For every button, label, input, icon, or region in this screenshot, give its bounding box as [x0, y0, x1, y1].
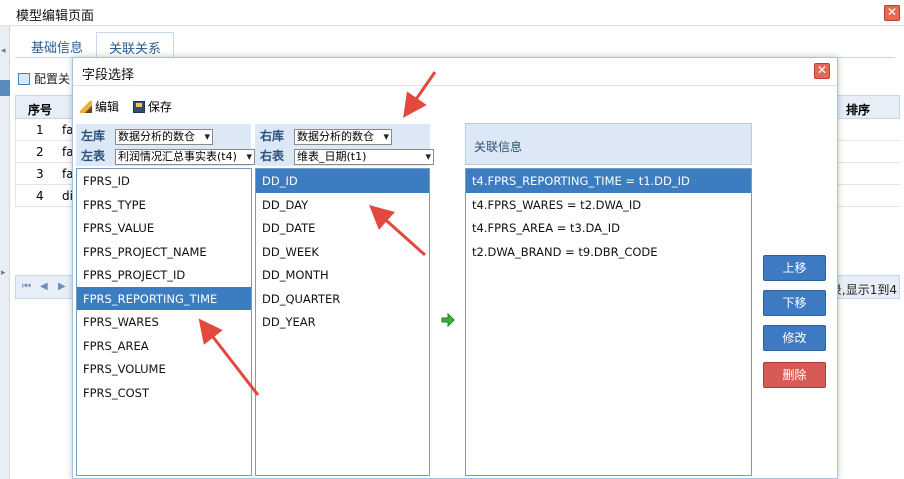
prev-page-icon[interactable]: ◀ [40, 281, 48, 292]
list-item[interactable]: FPRS_REPORTING_TIME [77, 286, 251, 310]
dialog-titlebar: 字段选择 ✕ [73, 58, 837, 86]
edit-button[interactable]: 编辑 [80, 98, 119, 115]
window-title: 模型编辑页面 [16, 9, 95, 24]
right-table-select[interactable]: 维表_日期(t1) [294, 148, 434, 165]
collapse-left-icon[interactable]: ◂ [1, 46, 6, 56]
list-item[interactable]: FPRS_WARES [77, 310, 251, 334]
header-sort: 排序 [846, 103, 871, 117]
relation-item[interactable]: t4.FPRS_AREA = t3.DA_ID [466, 216, 751, 240]
left-db-select[interactable]: 数据分析的数仓 [115, 128, 213, 145]
first-page-icon[interactable]: ⏮ [22, 281, 31, 292]
list-item[interactable]: FPRS_PROJECT_NAME [77, 240, 251, 264]
list-item[interactable]: DD_DAY [256, 193, 429, 217]
left-table-label: 左表 [81, 149, 106, 163]
dialog-title: 字段选择 [82, 68, 135, 83]
strip-block [0, 80, 10, 96]
pencil-icon [80, 101, 92, 113]
list-item[interactable]: DD_MONTH [256, 263, 429, 287]
list-item[interactable]: FPRS_TYPE [77, 193, 251, 217]
config-label: 配置关 [34, 72, 71, 86]
window-titlebar: 模型编辑页面 ✕ [0, 0, 904, 26]
field-select-dialog: 字段选择 ✕ 编辑 保存 左库数据分析的数仓 左表利润情况汇总事实表(t4) 右… [72, 57, 838, 479]
list-item[interactable]: FPRS_AREA [77, 334, 251, 358]
move-up-button[interactable]: 上移 [763, 255, 826, 281]
delete-button[interactable]: 删除 [763, 362, 826, 388]
relation-item[interactable]: t4.FPRS_WARES = t2.DWA_ID [466, 193, 751, 217]
right-field-list[interactable]: DD_ID DD_DAY DD_DATE DD_WEEK DD_MONTH DD… [255, 168, 430, 476]
list-item[interactable]: DD_QUARTER [256, 287, 429, 311]
list-item[interactable]: DD_YEAR [256, 310, 429, 334]
save-label: 保存 [147, 100, 172, 114]
relation-item[interactable]: t4.FPRS_REPORTING_TIME = t1.DD_ID [466, 169, 751, 193]
relation-list[interactable]: t4.FPRS_REPORTING_TIME = t1.DD_ID t4.FPR… [465, 168, 752, 476]
list-item[interactable]: DD_ID [256, 169, 429, 193]
list-item[interactable]: FPRS_COST [77, 381, 251, 405]
config-icon [18, 73, 30, 85]
window-close-icon[interactable]: ✕ [884, 5, 900, 21]
list-item[interactable]: DD_DATE [256, 216, 429, 240]
left-side-strip: ◂ ▸ [0, 0, 10, 479]
floppy-icon [132, 101, 145, 113]
right-db-label: 右库 [260, 129, 285, 143]
expand-right-icon[interactable]: ▸ [1, 268, 6, 278]
next-page-icon[interactable]: ▶ [58, 281, 66, 292]
right-table-row: 右表 维表_日期(t1) [260, 147, 434, 165]
move-down-button[interactable]: 下移 [763, 290, 826, 316]
row-index: 4 [36, 189, 44, 203]
list-item[interactable]: FPRS_VOLUME [77, 357, 251, 381]
dialog-close-icon[interactable]: ✕ [814, 63, 830, 79]
list-item[interactable]: FPRS_PROJECT_ID [77, 263, 251, 287]
save-button[interactable]: 保存 [132, 98, 172, 115]
list-item[interactable]: DD_WEEK [256, 240, 429, 264]
tab-basic-info[interactable]: 基础信息 [19, 32, 95, 58]
left-field-list[interactable]: FPRS_ID FPRS_TYPE FPRS_VALUE FPRS_PROJEC… [76, 168, 252, 476]
modify-button[interactable]: 修改 [763, 325, 826, 351]
relation-header-label: 关联信息 [474, 140, 523, 154]
left-db-row: 左库 数据分析的数仓 [81, 127, 213, 145]
left-table-select[interactable]: 利润情况汇总事实表(t4) [115, 148, 255, 165]
right-db-select[interactable]: 数据分析的数仓 [294, 128, 392, 145]
relation-header: 关联信息 [465, 123, 752, 165]
edit-label: 编辑 [95, 100, 120, 114]
list-item[interactable]: FPRS_ID [77, 169, 251, 193]
relation-item[interactable]: t2.DWA_BRAND = t9.DBR_CODE [466, 240, 751, 264]
header-index: 序号 [28, 103, 53, 117]
right-db-row: 右库 数据分析的数仓 [260, 127, 392, 145]
row-index: 1 [36, 123, 44, 137]
tab-relations[interactable]: 关联关系 [96, 32, 175, 58]
add-relation-arrow-icon[interactable] [441, 313, 455, 327]
left-db-label: 左库 [81, 129, 106, 143]
dialog-toolbar: 编辑 保存 [80, 98, 182, 115]
left-table-row: 左表 利润情况汇总事实表(t4) [81, 147, 255, 165]
row-index: 2 [36, 145, 44, 159]
row-index: 3 [36, 167, 44, 181]
right-table-label: 右表 [260, 149, 285, 163]
pager-info: 录,显示1到4 [829, 283, 897, 297]
config-toolbar[interactable]: 配置关 [18, 70, 70, 87]
tab-bar: 基础信息 关联关系 [15, 32, 895, 58]
list-item[interactable]: FPRS_VALUE [77, 216, 251, 240]
